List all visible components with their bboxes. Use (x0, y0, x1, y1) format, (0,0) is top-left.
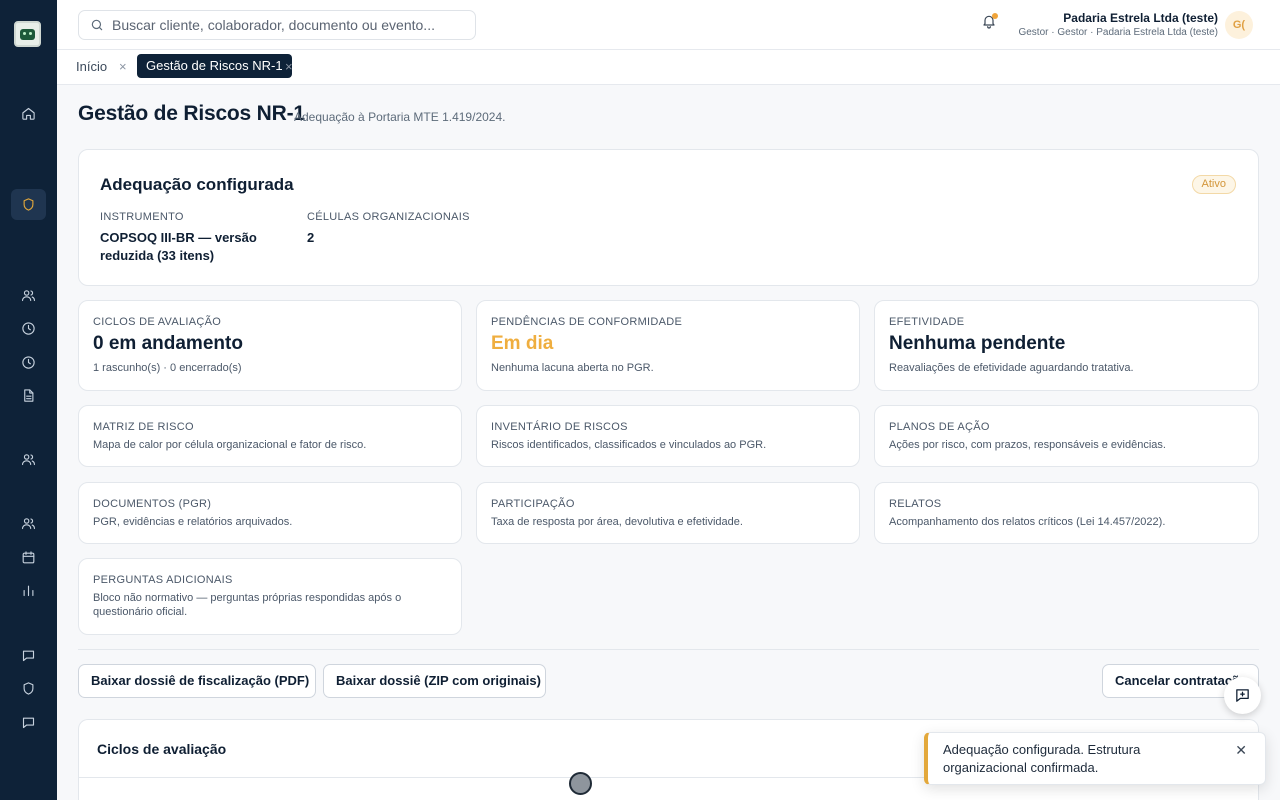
search-box[interactable] (78, 10, 476, 40)
home-icon (22, 107, 35, 120)
notifications-button[interactable] (981, 13, 1001, 33)
sidebar-item-messages[interactable] (11, 640, 46, 671)
tab-nr1-close-icon[interactable]: × (285, 59, 293, 75)
download-pdf-dossier-button[interactable]: Baixar dossiê de fiscalização (PDF) (78, 664, 316, 698)
search-input[interactable] (112, 17, 452, 33)
stat-card-effectiveness[interactable]: Efetividade Nenhuma pendente Reavaliaçõe… (874, 300, 1259, 391)
sidebar-item-security[interactable] (11, 673, 46, 704)
stat-value: Em dia (491, 333, 554, 354)
sidebar-item-support[interactable] (11, 707, 46, 738)
calendar-icon (22, 551, 35, 564)
stat-label: Pendências de conformidade (491, 316, 683, 328)
module-participation[interactable]: Participação Taxa de resposta por área, … (476, 482, 860, 544)
summary-title: Adequação configurada (100, 175, 294, 194)
users-icon (22, 454, 35, 466)
module-action-plans[interactable]: Planos de ação Ações por risco, com praz… (874, 405, 1259, 467)
tab-nr1-risks[interactable]: Gestão de Riscos NR-1 (137, 54, 292, 78)
robot-logo-icon (20, 29, 35, 40)
shield-icon (23, 682, 34, 695)
stat-label: Efetividade (889, 316, 965, 328)
cycles-title: Ciclos de avaliação (97, 741, 227, 757)
module-label: Planos de ação (889, 421, 990, 433)
stat-note: 1 rascunho(s) · 0 encerrado(s) (93, 362, 242, 374)
sidebar-item-teams[interactable] (11, 508, 46, 539)
status-badge: Ativo (1191, 175, 1236, 194)
module-desc: Riscos identificados, classificados e vi… (491, 439, 767, 451)
instrument-label: Instrumento (100, 211, 184, 223)
stat-value: 0 em andamento (93, 333, 243, 354)
module-label: Relatos (889, 498, 942, 510)
stat-note: Nenhuma lacuna aberta no PGR. (491, 362, 654, 374)
company-name: Padaria Estrela Ltda (teste) (1063, 11, 1218, 25)
toast-message: Adequação configurada. Estrutura organiz… (943, 742, 1141, 775)
module-label: Documentos (PGR) (93, 498, 212, 510)
cells-value: 2 (307, 230, 315, 245)
sidebar-item-schedule[interactable] (11, 347, 46, 378)
page-subtitle: Adequação à Portaria MTE 1.419/2024. (294, 110, 506, 124)
stat-card-cycles[interactable]: Ciclos de avaliação 0 em andamento 1 ras… (78, 300, 462, 391)
section-divider (78, 649, 1259, 650)
app-logo[interactable] (14, 21, 41, 47)
users-icon (22, 518, 35, 530)
chat-plus-icon (1236, 689, 1249, 702)
sidebar-item-history[interactable] (11, 313, 46, 344)
module-desc: Taxa de resposta por área, devolutiva e … (491, 516, 743, 528)
sidebar-item-reports[interactable] (11, 575, 46, 606)
open-tabs: Início × Gestão de Riscos NR-1 × (57, 50, 1280, 85)
page-title: Gestão de Riscos NR-1 (78, 102, 305, 125)
module-desc: Acompanhamento dos relatos críticos (Lei… (889, 516, 1166, 528)
sidebar-item-people[interactable] (11, 280, 46, 311)
document-icon (24, 389, 34, 402)
sidebar-item-documents[interactable] (11, 380, 46, 411)
module-risk-inventory[interactable]: Inventário de riscos Riscos identificado… (476, 405, 860, 467)
clock-icon (22, 322, 35, 335)
sidebar-item-home[interactable] (11, 98, 46, 129)
sidebar-item-nr1-risks[interactable] (11, 189, 46, 220)
module-label: Participação (491, 498, 575, 510)
sidebar-item-collaborators[interactable] (11, 444, 46, 475)
module-label: Inventário de riscos (491, 421, 628, 433)
module-desc: Mapa de calor por célula organizacional … (93, 439, 367, 451)
avatar[interactable]: G( (1225, 11, 1253, 39)
download-zip-dossier-button[interactable]: Baixar dossiê (ZIP com originais) (323, 664, 546, 698)
stat-card-compliance[interactable]: Pendências de conformidade Em dia Nenhum… (476, 300, 860, 391)
user-role: Gestor · Gestor · Padaria Estrela Ltda (… (1018, 27, 1218, 38)
module-desc: Bloco não normativo — perguntas próprias… (93, 592, 402, 618)
notification-dot (992, 13, 998, 19)
stat-label: Ciclos de avaliação (93, 316, 222, 328)
stat-note: Reavaliações de efetividade aguardando t… (889, 362, 1134, 374)
module-desc: PGR, evidências e relatórios arquivados. (93, 516, 293, 528)
shield-icon (23, 198, 34, 211)
module-additional-questions[interactable]: Perguntas adicionais Bloco não normativo… (78, 558, 462, 635)
module-risk-matrix[interactable]: Matriz de risco Mapa de calor por célula… (78, 405, 462, 467)
chat-icon (22, 650, 35, 662)
sidebar-item-calendar[interactable] (11, 542, 46, 573)
toast-close-icon[interactable]: ✕ (1235, 742, 1247, 759)
tab-home-close-icon[interactable]: × (119, 59, 127, 75)
chat-fab-button[interactable] (1224, 677, 1261, 714)
tab-home[interactable]: Início (76, 58, 107, 76)
success-toast: Adequação configurada. Estrutura organiz… (924, 732, 1266, 785)
search-icon (91, 19, 103, 31)
stat-value: Nenhuma pendente (889, 333, 1066, 354)
chat-icon (22, 717, 35, 729)
cells-label: Células organizacionais (307, 211, 470, 223)
adequacy-summary-card: Adequação configurada Ativo Instrumento … (78, 149, 1259, 286)
module-reports[interactable]: Relatos Acompanhamento dos relatos críti… (874, 482, 1259, 544)
sidebar (0, 0, 57, 800)
user-info[interactable]: Padaria Estrela Ltda (teste) Gestor · Ge… (1018, 11, 1218, 39)
module-desc: Ações por risco, com prazos, responsávei… (889, 439, 1166, 451)
cursor-indicator (569, 772, 592, 795)
clock-icon (22, 356, 35, 369)
module-documents[interactable]: Documentos (PGR) PGR, evidências e relat… (78, 482, 462, 544)
topbar: Padaria Estrela Ltda (teste) Gestor · Ge… (57, 0, 1280, 50)
module-label: Matriz de risco (93, 421, 194, 433)
module-label: Perguntas adicionais (93, 574, 233, 586)
instrument-value: COPSOQ III-BR — versão reduzida (33 iten… (100, 230, 257, 263)
bar-chart-icon (23, 585, 34, 597)
users-icon (22, 290, 35, 302)
